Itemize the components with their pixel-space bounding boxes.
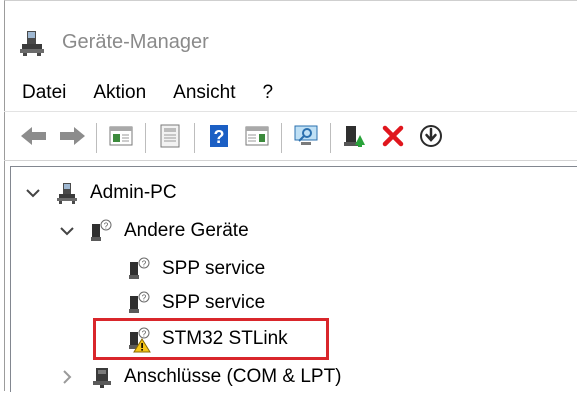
- help-icon: ?: [208, 124, 230, 153]
- title-bar: Geräte-Manager: [18, 22, 209, 62]
- port-icon: [90, 365, 112, 389]
- action-pane-button[interactable]: [241, 122, 273, 154]
- update-driver-icon: [342, 123, 368, 154]
- toolbar-separator: [145, 123, 146, 153]
- toolbar-separator: [281, 123, 282, 153]
- tree-node-ports[interactable]: Anschlüsse (COM & LPT): [58, 360, 342, 394]
- tree-node-spp-service[interactable]: ? SPP service: [128, 252, 265, 286]
- window-title: Geräte-Manager: [62, 30, 209, 53]
- tree-node-label: SPP service: [162, 258, 266, 279]
- disable-device-icon: [419, 124, 443, 153]
- unknown-device-icon: ?: [128, 291, 150, 315]
- properties-icon: [159, 124, 181, 153]
- menu-aktion[interactable]: Aktion: [93, 82, 146, 104]
- forward-arrow-icon: [57, 124, 87, 153]
- uninstall-device-icon: [381, 124, 405, 153]
- svg-text:?: ?: [142, 260, 147, 269]
- tree-node-admin-pc[interactable]: Admin-PC: [24, 176, 177, 210]
- unknown-device-icon: ?: [90, 219, 112, 243]
- menu-ansicht[interactable]: Ansicht: [173, 82, 235, 104]
- device-manager-icon: [18, 27, 48, 57]
- tree-node-spp-service[interactable]: ? SPP service: [128, 286, 265, 320]
- menu-datei[interactable]: Datei: [22, 82, 66, 104]
- toolbar-separator: [96, 123, 97, 153]
- toolbar-separator: [194, 123, 195, 153]
- back-button[interactable]: [18, 122, 50, 154]
- tree-node-label: Anschlüsse (COM & LPT): [124, 366, 342, 387]
- scan-hardware-button[interactable]: [290, 122, 322, 154]
- action-pane-icon: [245, 125, 269, 152]
- tree-node-other-devices[interactable]: ? Andere Geräte: [58, 214, 249, 248]
- back-arrow-icon: [19, 124, 49, 153]
- toolbar-separator: [330, 123, 331, 153]
- forward-button[interactable]: [56, 122, 88, 154]
- properties-button[interactable]: [154, 122, 186, 154]
- chevron-down-icon[interactable]: [24, 184, 42, 202]
- menu-divider: [4, 111, 577, 112]
- chevron-down-icon[interactable]: [58, 222, 76, 240]
- unknown-device-icon: ?: [128, 257, 150, 281]
- update-driver-button[interactable]: [339, 122, 371, 154]
- menu-bar: Datei Aktion Ansicht ?: [22, 78, 300, 108]
- console-tree-button[interactable]: [105, 122, 137, 154]
- computer-icon: [56, 181, 78, 205]
- svg-text:?: ?: [142, 294, 147, 303]
- menu-help[interactable]: ?: [262, 82, 273, 104]
- help-button[interactable]: ?: [203, 122, 235, 154]
- chevron-right-icon[interactable]: [58, 368, 76, 386]
- scan-hardware-changes-icon: [292, 124, 320, 153]
- uninstall-device-button[interactable]: [377, 122, 409, 154]
- toolbar-divider: [4, 160, 577, 161]
- svg-text:?: ?: [214, 127, 225, 147]
- svg-text:?: ?: [104, 222, 109, 231]
- tree-node-label: Admin-PC: [90, 182, 177, 203]
- show-hide-console-tree-icon: [109, 125, 133, 152]
- highlight-annotation: [93, 318, 329, 360]
- tree-node-label: SPP service: [162, 292, 266, 313]
- toolbar: ?: [18, 116, 453, 160]
- tree-node-label: Andere Geräte: [124, 220, 249, 241]
- disable-device-button[interactable]: [415, 122, 447, 154]
